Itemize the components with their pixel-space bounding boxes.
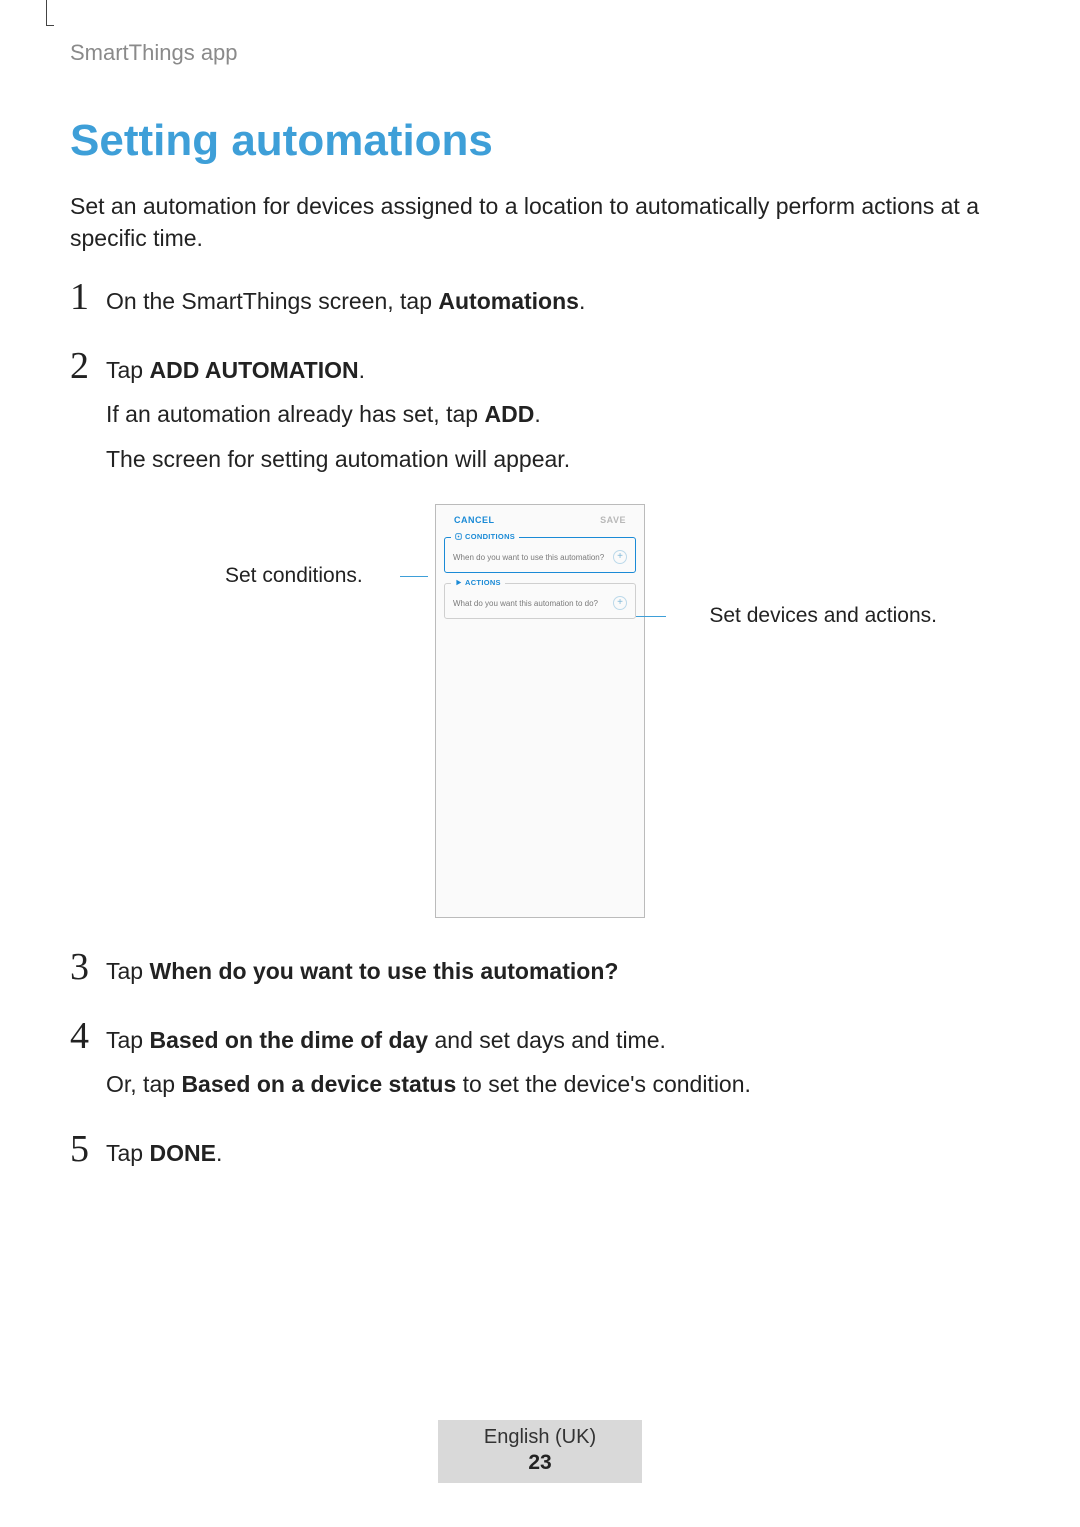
step-2-line2: If an automation already has set, tap AD… (106, 397, 570, 432)
conditions-row-text: When do you want to use this automation? (453, 553, 604, 562)
save-button[interactable]: SAVE (600, 515, 626, 525)
s2l2a: If an automation already has set, tap (106, 401, 484, 427)
footer-language: English (UK) (484, 1426, 596, 1449)
step-2-line1: Tap ADD AUTOMATION. (106, 353, 570, 388)
conditions-icon (455, 533, 462, 540)
actions-legend: ACTIONS (451, 578, 505, 587)
add-action-button[interactable]: + (613, 596, 627, 610)
automation-figure: Set conditions. CANCEL SAVE CONDITIONS W… (70, 504, 1010, 918)
actions-box[interactable]: ACTIONS What do you want this automation… (444, 583, 636, 619)
step-5: 5 Tap DONE. (70, 1130, 1010, 1181)
s5bold: DONE (149, 1140, 215, 1166)
s4l1bold: Based on the dime of day (149, 1027, 428, 1053)
step-number: 5 (70, 1130, 106, 1181)
step-1-b: . (579, 288, 585, 314)
step-number: 4 (70, 1017, 106, 1112)
s4l2b: to set the device's condition. (456, 1071, 751, 1097)
callout-line-right (636, 616, 666, 617)
callout-line-left (400, 576, 428, 577)
callout-actions: Set devices and actions. (709, 604, 937, 628)
s4l2bold: Based on a device status (181, 1071, 456, 1097)
s3bold: When do you want to use this automation? (149, 958, 618, 984)
phone-header: CANCEL SAVE (436, 505, 644, 533)
s2l1b: . (359, 357, 365, 383)
running-header: SmartThings app (70, 40, 1010, 66)
step-3: 3 Tap When do you want to use this autom… (70, 948, 1010, 999)
step-2-line3: The screen for setting automation will a… (106, 442, 570, 477)
actions-icon (455, 579, 462, 586)
s2l1bold: ADD AUTOMATION (149, 357, 358, 383)
step-4: 4 Tap Based on the dime of day and set d… (70, 1017, 1010, 1112)
step-2: 2 Tap ADD AUTOMATION. If an automation a… (70, 347, 1010, 487)
callout-conditions: Set conditions. (225, 564, 363, 588)
step-5-text: Tap DONE. (106, 1136, 222, 1171)
step-4-line1: Tap Based on the dime of day and set day… (106, 1023, 751, 1058)
s4l1a: Tap (106, 1027, 149, 1053)
step-1: 1 On the SmartThings screen, tap Automat… (70, 278, 1010, 329)
s4l2a: Or, tap (106, 1071, 181, 1097)
actions-legend-text: ACTIONS (465, 578, 501, 587)
s2l2bold: ADD (484, 401, 534, 427)
s3a: Tap (106, 958, 149, 984)
s2l1a: Tap (106, 357, 149, 383)
conditions-legend-text: CONDITIONS (465, 532, 515, 541)
footer-box: English (UK) 23 (438, 1420, 642, 1483)
s5b: . (216, 1140, 222, 1166)
step-1-a: On the SmartThings screen, tap (106, 288, 438, 314)
header-tab-mark (46, 0, 54, 26)
cancel-button[interactable]: CANCEL (454, 515, 495, 525)
conditions-legend: CONDITIONS (451, 532, 519, 541)
step-number: 2 (70, 347, 106, 487)
actions-row-text: What do you want this automation to do? (453, 599, 598, 608)
conditions-box[interactable]: CONDITIONS When do you want to use this … (444, 537, 636, 573)
step-4-line2: Or, tap Based on a device status to set … (106, 1067, 751, 1102)
page-title: Setting automations (70, 116, 1010, 166)
phone-mockup: CANCEL SAVE CONDITIONS When do you want … (435, 504, 645, 918)
step-1-text: On the SmartThings screen, tap Automatio… (106, 284, 585, 319)
step-1-bold: Automations (438, 288, 579, 314)
page-footer: English (UK) 23 (0, 1420, 1080, 1483)
s5a: Tap (106, 1140, 149, 1166)
step-number: 1 (70, 278, 106, 329)
step-number: 3 (70, 948, 106, 999)
intro-text: Set an automation for devices assigned t… (70, 190, 1010, 254)
step-3-text: Tap When do you want to use this automat… (106, 954, 618, 989)
footer-page-number: 23 (484, 1451, 596, 1475)
add-condition-button[interactable]: + (613, 550, 627, 564)
s2l2b: . (534, 401, 540, 427)
s4l1b: and set days and time. (428, 1027, 666, 1053)
